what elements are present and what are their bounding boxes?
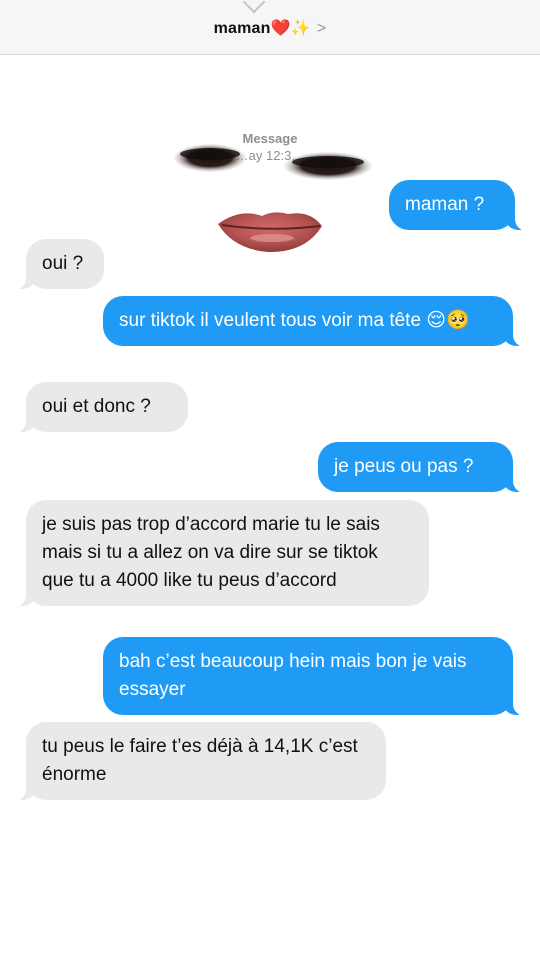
received-message[interactable]: oui ?	[12, 239, 104, 290]
received-message[interactable]: tu peus le faire t’es déjà à 14,1K c’est…	[12, 722, 386, 801]
contact-emojis: ❤️✨	[270, 20, 311, 37]
contact-name: maman	[213, 20, 271, 37]
right-eye-lid	[292, 156, 364, 168]
chevron-right-icon: >	[316, 20, 327, 37]
collapse-chevron-icon[interactable]	[242, 0, 266, 14]
contact-title[interactable]: maman❤️✨ >	[0, 18, 540, 38]
sent-message[interactable]: je peus ou pas ?	[318, 442, 527, 493]
sent-message[interactable]: bah c’est beaucoup hein mais bon je vais…	[103, 637, 527, 716]
lip-highlight	[250, 234, 294, 242]
conversation-header: maman❤️✨ >	[0, 0, 540, 55]
face-sticker-icon	[174, 144, 372, 252]
received-message[interactable]: je suis pas trop d’accord marie tu le sa…	[12, 500, 429, 607]
received-message[interactable]: oui et donc ?	[12, 382, 188, 433]
messages-screen: maman❤️✨ > Message …ay 12:3… maman ? oui …	[0, 0, 540, 960]
left-eye-lid	[180, 148, 240, 160]
sent-message[interactable]: maman ?	[389, 180, 529, 231]
sent-message[interactable]: sur tiktok il veulent tous voir ma tête …	[103, 296, 527, 347]
lips	[218, 212, 322, 252]
